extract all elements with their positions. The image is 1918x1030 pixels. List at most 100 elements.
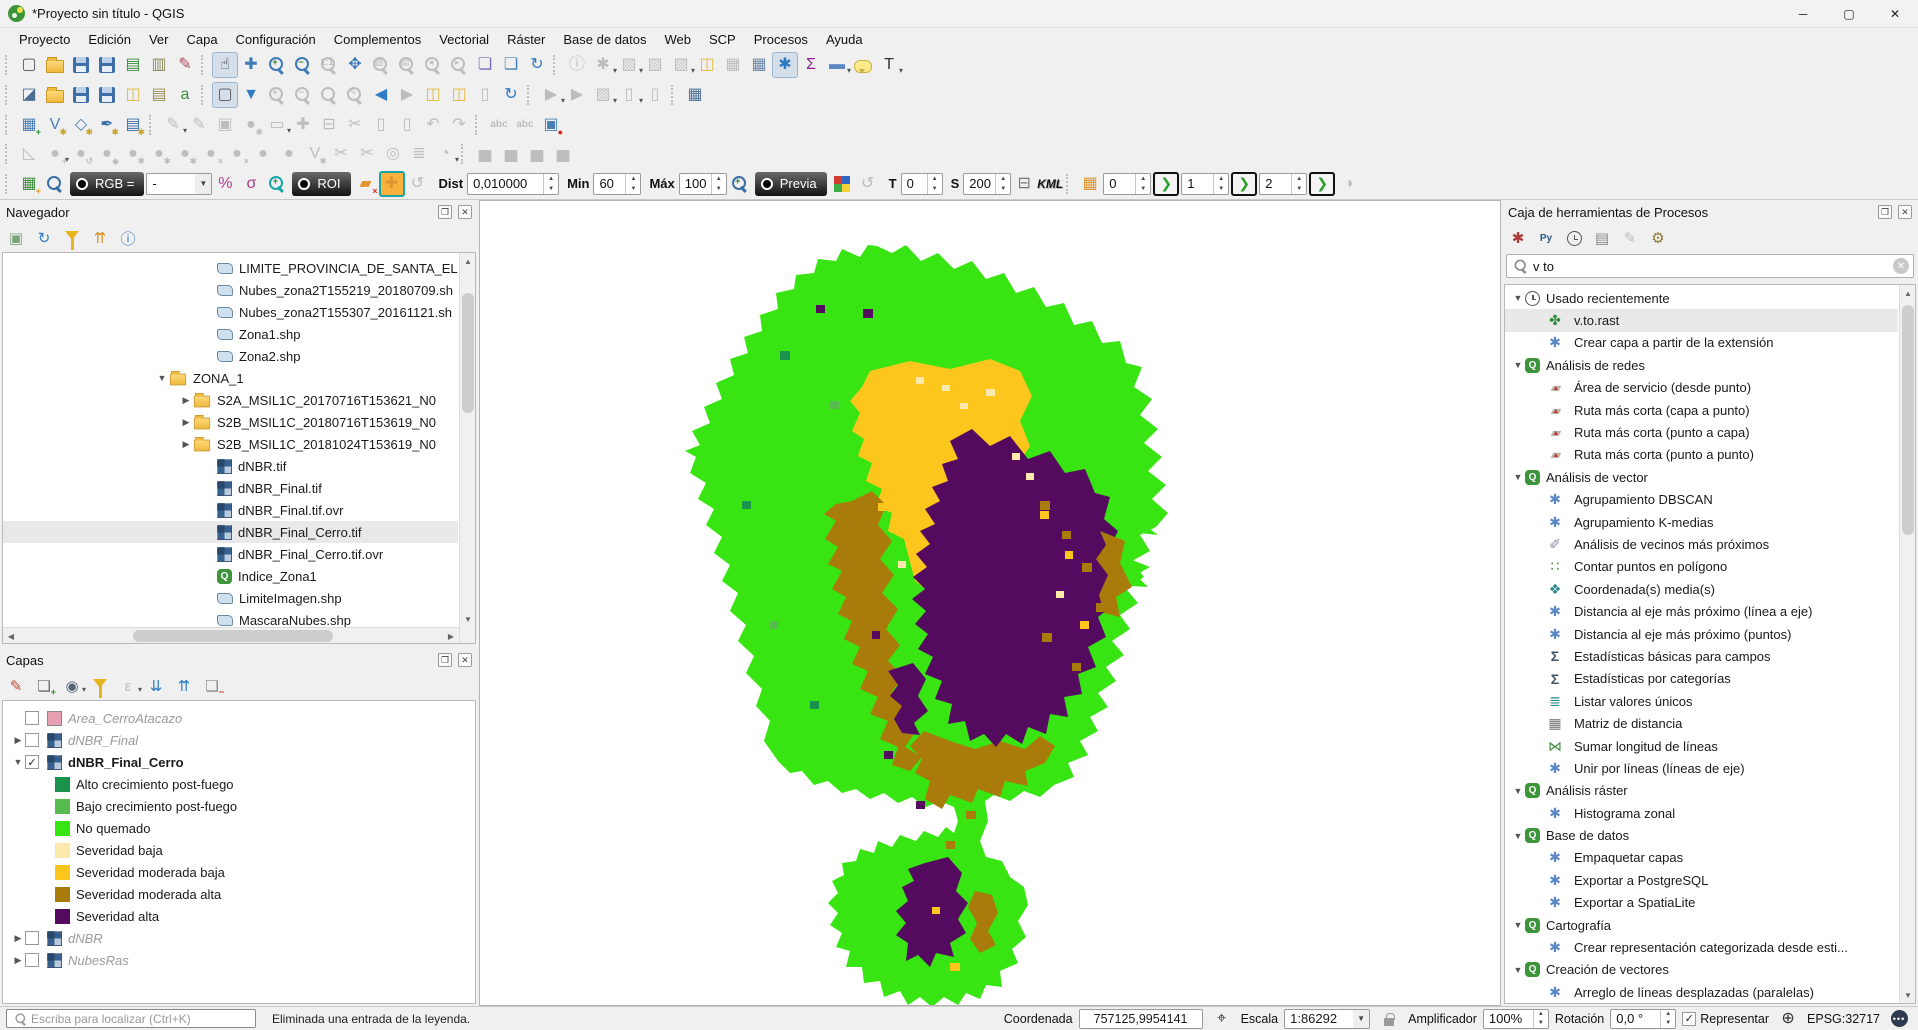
browser-item-zona2-shp[interactable]: Zona2.shp [3, 345, 458, 367]
layer-item-nubesras[interactable]: ▶NubesRas [3, 949, 475, 971]
statistics-panel-icon[interactable]: Σ [798, 52, 824, 78]
layer-checkbox-dnbr[interactable] [25, 931, 39, 945]
scp-percent-stretch-icon[interactable]: % [212, 171, 238, 197]
toolbox-edit-inplace-icon[interactable]: ✎ [1618, 226, 1642, 250]
toolbox-item-analisis-de-vector[interactable]: ▼QAnálisis de vector [1505, 466, 1898, 488]
add-raster-layer-icon[interactable] [68, 82, 94, 108]
toolbox-item-estadisticas-basicas-para-campos[interactable]: ΣEstadísticas básicas para campos [1505, 645, 1898, 667]
layer-checkbox-nubesras[interactable] [25, 953, 39, 967]
layer-checkbox-dnbr-final[interactable] [25, 733, 39, 747]
browser-horizontal-scrollbar[interactable]: ◀ ▶ [3, 627, 459, 643]
toolbox-item-empaquetar-capas[interactable]: ✱Empaquetar capas [1505, 847, 1898, 869]
layout-manager-icon[interactable]: ▥ [146, 52, 172, 78]
toolbox-close-button[interactable]: ✕ [1898, 205, 1912, 219]
add-delimited-text-icon[interactable]: a [172, 82, 198, 108]
new-geometry-icon[interactable]: ◇✱ [68, 112, 94, 138]
legend-item-bajo-crecimiento-post-fuego[interactable]: Bajo crecimiento post-fuego [3, 795, 475, 817]
browser-item-dnbr-final-tif[interactable]: dNBR_Final.tif [3, 477, 458, 499]
locator-search-box[interactable] [6, 1009, 256, 1028]
save-edits-icon[interactable] [94, 82, 120, 108]
layer-item-dnbr[interactable]: ▶dNBR [3, 927, 475, 949]
browser-item-zona1-shp[interactable]: Zona1.shp [3, 323, 458, 345]
close-button[interactable]: ✕ [1872, 0, 1918, 28]
menu-scp[interactable]: SCP [700, 30, 745, 49]
scp-new-rgb-preview-icon[interactable] [829, 171, 855, 197]
toolbox-search-input[interactable]: v to [1531, 259, 1893, 274]
toolbox-item-unir-por-lineas-lineas-de-eje[interactable]: ✱Unir por líneas (líneas de eje) [1505, 757, 1898, 779]
scp-max-spin[interactable]: 100▲▼ [679, 173, 727, 195]
scale-combo[interactable]: 1:86292▼ [1284, 1009, 1370, 1029]
browser-item-mascaranubes-shp[interactable]: MascaraNubes.shp [3, 609, 458, 627]
layer-item-dnbr-final[interactable]: ▶dNBR_Final [3, 729, 475, 751]
toolbox-item-listar-valores-unicos[interactable]: ≣Listar valores únicos [1505, 690, 1898, 712]
menu-complementos[interactable]: Complementos [325, 30, 430, 49]
lock-scale-icon[interactable] [1376, 1006, 1402, 1030]
collapse-all-icon[interactable]: ⇈ [172, 674, 196, 698]
layer-styling-icon[interactable]: ✎ [4, 674, 28, 698]
menu-proyecto[interactable]: Proyecto [10, 30, 79, 49]
toolbox-item-estadisticas-por-categorias[interactable]: ΣEstadísticas por categorías [1505, 668, 1898, 690]
browser-item-dnbr-final-cerro-tif[interactable]: dNBR_Final_Cerro.tif [3, 521, 458, 543]
scp-zoom-cumulative-icon[interactable]: + [264, 171, 290, 197]
legend-item-severidad-moderada-alta[interactable]: Severidad moderada alta [3, 883, 475, 905]
scp-delete-signatures-icon[interactable]: ⊟ [1011, 171, 1037, 197]
toolbox-item-arreglo-de-lineas-desplazadas-paralelas[interactable]: ✱Arreglo de líneas desplazadas (paralela… [1505, 981, 1898, 1003]
refresh-map-icon[interactable]: ↻ [524, 52, 550, 78]
browser-add-selected-icon[interactable]: ▣ [4, 226, 28, 250]
browser-properties-icon[interactable]: ⓘ [116, 226, 140, 250]
browser-item-dnbr-tif[interactable]: dNBR.tif [3, 455, 458, 477]
new-spatial-bookmark-icon[interactable]: ❏ [472, 52, 498, 78]
3d-view-icon[interactable]: ▣● [538, 112, 564, 138]
reload-icon[interactable]: ↻ [498, 82, 524, 108]
legend-item-alto-crecimiento-post-fuego[interactable]: Alto crecimiento post-fuego [3, 773, 475, 795]
browser-item-s2b-msil1c-20180716t153619-n0[interactable]: ▶S2B_MSIL1C_20180716T153619_N0 [3, 411, 458, 433]
toolbox-item-analisis-de-redes[interactable]: ▼QAnálisis de redes [1505, 354, 1898, 376]
toolbox-item-ruta-mas-corta-capa-a-punto[interactable]: ▰▲Ruta más corta (capa a punto) [1505, 399, 1898, 421]
scp-sigma-stretch-icon[interactable]: σ [238, 171, 264, 197]
menu-ayuda[interactable]: Ayuda [817, 30, 872, 49]
add-vector-layer-icon[interactable] [42, 82, 68, 108]
scp-roi-toggle[interactable]: ROI [292, 172, 350, 196]
select-polygon-tool-icon[interactable]: ▢ [212, 82, 238, 108]
legend-item-severidad-baja[interactable]: Severidad baja [3, 839, 475, 861]
legend-item-no-quemado[interactable]: No quemado [3, 817, 475, 839]
show-spatial-bookmarks-icon[interactable]: ❏ [498, 52, 524, 78]
toolbox-item-creacion-de-vectores[interactable]: ▼QCreación de vectores [1505, 959, 1898, 981]
browser-item-s2b-msil1c-20181024t153619-n0[interactable]: ▶S2B_MSIL1C_20181024T153619_N0 [3, 433, 458, 455]
browser-filter-icon[interactable] [60, 226, 84, 250]
menu-web[interactable]: Web [656, 30, 701, 49]
new-memory-layer-icon[interactable]: ▤✱ [120, 112, 146, 138]
map-canvas[interactable] [479, 200, 1501, 1006]
toolbox-item-distancia-al-eje-mas-proximo-linea-a-eje[interactable]: ✱Distancia al eje más próximo (línea a e… [1505, 600, 1898, 622]
toolbox-item-analisis-raster[interactable]: ▼QAnálisis ráster [1505, 780, 1898, 802]
toolbox-item-histograma-zonal[interactable]: ✱Histograma zonal [1505, 802, 1898, 824]
toolbox-item-exportar-a-postgresql[interactable]: ✱Exportar a PostgreSQL [1505, 869, 1898, 891]
menu-edicion[interactable]: Edición [79, 30, 140, 49]
toolbox-item-agrupamiento-dbscan[interactable]: ✱Agrupamiento DBSCAN [1505, 489, 1898, 511]
db-star-1-icon[interactable]: ◫ [420, 82, 446, 108]
toolbox-search-box[interactable]: v to ✕ [1506, 254, 1914, 278]
browser-item-dnbr-final-tif-ovr[interactable]: dNBR_Final.tif.ovr [3, 499, 458, 521]
zoom-out-icon[interactable]: − [290, 52, 316, 78]
edit-print-page-icon[interactable]: ▤ [146, 82, 172, 108]
pan-map-icon[interactable]: ☝ [212, 52, 238, 78]
scp-bandset-icon[interactable]: ▦+ [16, 171, 42, 197]
menu-capa[interactable]: Capa [177, 30, 226, 49]
menu-raster[interactable]: Ráster [498, 30, 554, 49]
toolbox-item-crear-representacion-categorizada-desde-esti[interactable]: ✱Crear representación categorizada desde… [1505, 936, 1898, 958]
processing-toolbox-icon[interactable]: ✱ [772, 52, 798, 78]
layer-item-area-cerroatacazo[interactable]: Area_CerroAtacazo [3, 707, 475, 729]
scp-band1-spin[interactable]: 0▲▼ [1103, 173, 1151, 195]
browser-item-nubes-zona2t155219-20180709-sh[interactable]: Nubes_zona2T155219_20180709.sh [3, 279, 458, 301]
scp-run-band1-button[interactable]: ❯ [1153, 172, 1179, 196]
filter-by-expression-icon[interactable]: ε▾ [116, 674, 140, 698]
toolbox-results-icon[interactable]: ▤ [1590, 226, 1614, 250]
magnifier-spin[interactable]: 100%▲▼ [1483, 1009, 1549, 1029]
toolbox-item-ruta-mas-corta-punto-a-capa[interactable]: ▰▲Ruta más corta (punto a capa) [1505, 421, 1898, 443]
layer-checkbox-dnbr-final-cerro[interactable]: ✓ [25, 755, 39, 769]
scp-roi-polygon-icon[interactable]: ▰× [353, 171, 379, 197]
toolbox-item-contar-puntos-en-poligono[interactable]: ∷Contar puntos en polígono [1505, 556, 1898, 578]
toolbox-item-distancia-al-eje-mas-proximo-puntos[interactable]: ✱Distancia al eje más próximo (puntos) [1505, 623, 1898, 645]
new-geopackage-icon[interactable]: ▦+ [16, 112, 42, 138]
browser-close-button[interactable]: ✕ [458, 205, 472, 219]
